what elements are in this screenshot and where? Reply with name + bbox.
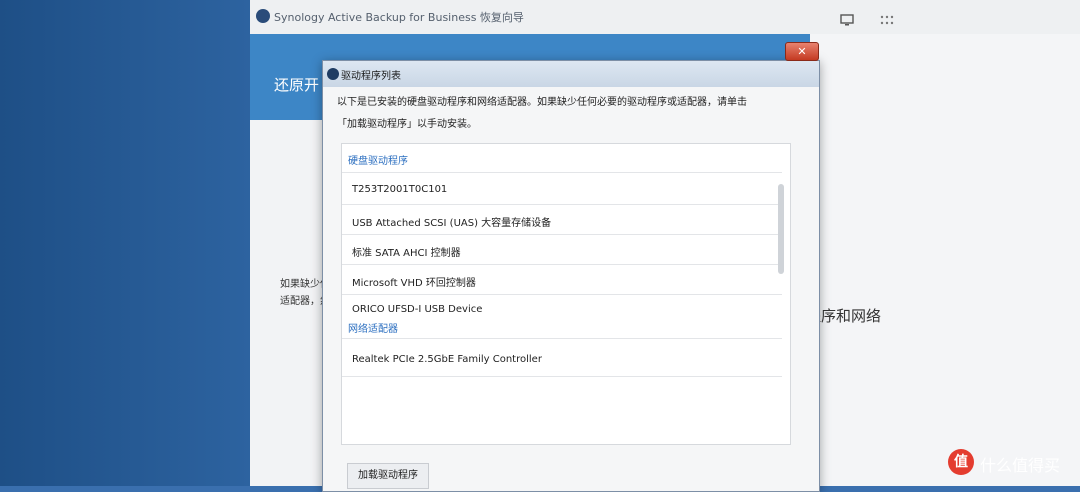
- list-item[interactable]: 标准 SATA AHCI 控制器: [352, 244, 461, 259]
- list-item[interactable]: T253T2001T0C101: [352, 184, 447, 195]
- desktop-left-area: [0, 0, 250, 486]
- section-network-adapters: 网络适配器: [348, 324, 398, 335]
- dialog-description-1: 以下是已安装的硬盘驱动程序和网络适配器。如果缺少任何必要的驱动程序或适配器，请单…: [337, 97, 747, 108]
- section-disk-drivers: 硬盘驱动程序: [348, 156, 408, 167]
- divider: [342, 338, 782, 339]
- close-button[interactable]: ✕: [785, 42, 819, 61]
- divider: [342, 234, 782, 235]
- app-right-toolbar: [810, 0, 1080, 34]
- smzdm-logo-icon: 值: [948, 449, 974, 475]
- app-titlebar: Synology Active Backup for Business 恢复向导: [250, 0, 810, 35]
- load-driver-button[interactable]: 加载驱动程序: [347, 463, 429, 489]
- divider: [342, 172, 782, 173]
- dialog-body: 以下是已安装的硬盘驱动程序和网络适配器。如果缺少任何必要的驱动程序或适配器，请单…: [323, 87, 819, 491]
- dialog-titlebar: 驱动程序列表: [323, 61, 819, 87]
- watermark-text: 什么值得买: [980, 456, 1061, 475]
- divider: [342, 376, 782, 377]
- list-item[interactable]: ORICO UFSD-I USB Device: [352, 304, 482, 315]
- dialog-app-icon: [327, 68, 339, 80]
- dialog-title: 驱动程序列表: [341, 71, 401, 82]
- list-scrollbar[interactable]: [778, 184, 784, 274]
- list-item[interactable]: Realtek PCIe 2.5GbE Family Controller: [352, 354, 542, 365]
- more-options-icon[interactable]: [880, 14, 894, 26]
- divider: [342, 204, 782, 205]
- app-title: Synology Active Backup for Business 恢复向导: [274, 11, 524, 24]
- synology-logo-icon: [256, 9, 270, 23]
- banner-title: 还原开: [274, 76, 320, 94]
- app-right-panel: [810, 0, 1080, 486]
- driver-list-dialog: ✕ 驱动程序列表 以下是已安装的硬盘驱动程序和网络适配器。如果缺少任何必要的驱动…: [322, 42, 820, 492]
- driver-list[interactable]: 硬盘驱动程序 T253T2001T0C101 USB Attached SCSI…: [341, 143, 791, 445]
- list-item[interactable]: USB Attached SCSI (UAS) 大容量存储设备: [352, 214, 551, 229]
- list-item[interactable]: Microsoft VHD 环回控制器: [352, 274, 476, 289]
- divider: [342, 294, 782, 295]
- dialog-description-2: 「加载驱动程序」以手动安装。: [337, 119, 477, 130]
- monitor-icon[interactable]: [840, 14, 854, 26]
- divider: [342, 264, 782, 265]
